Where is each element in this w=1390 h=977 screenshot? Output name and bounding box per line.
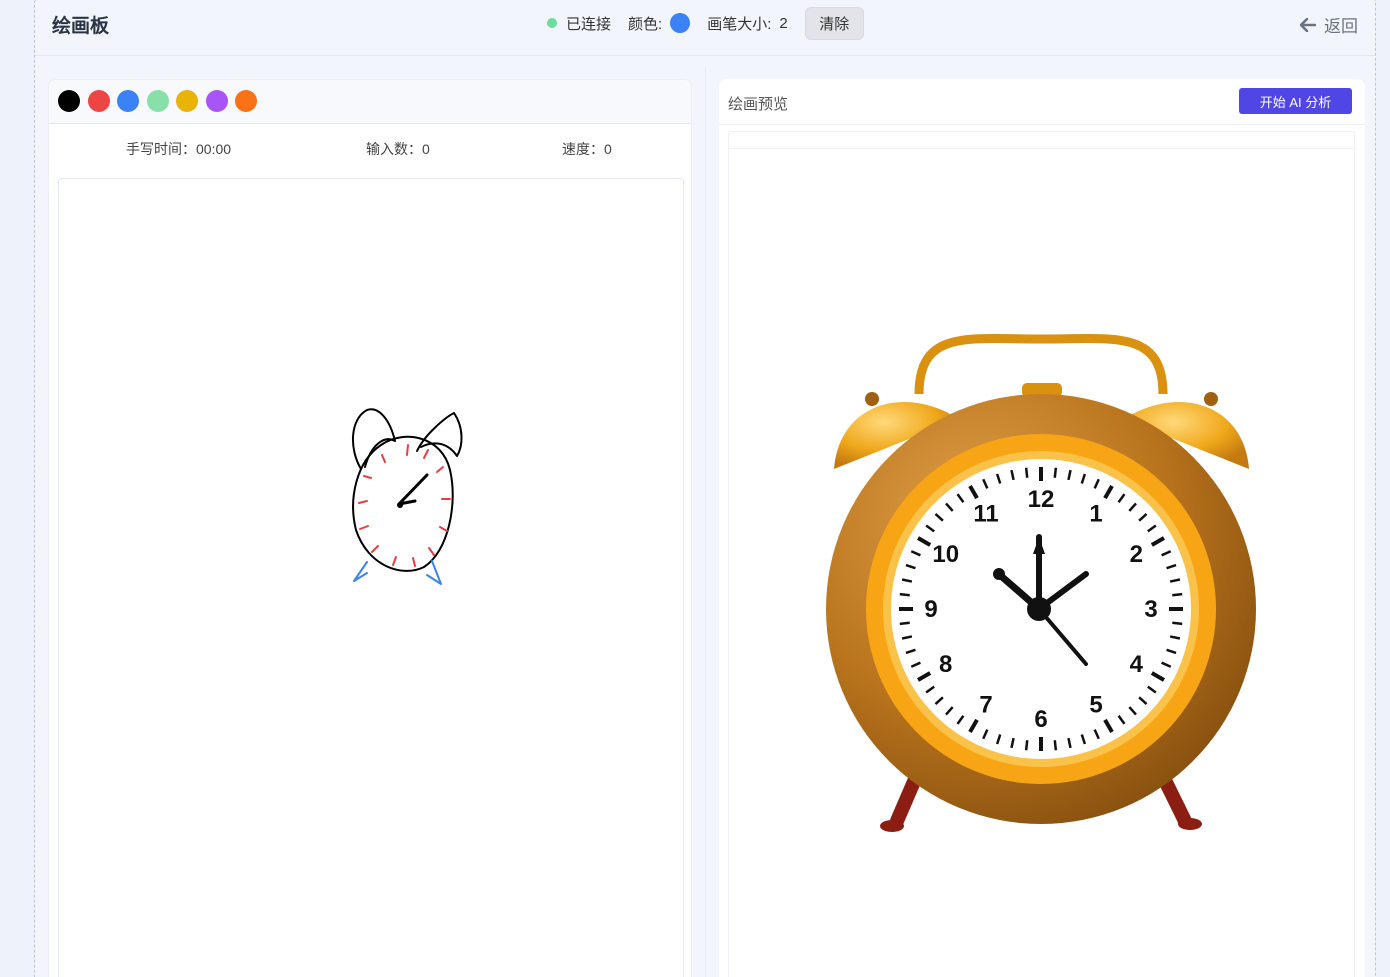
color-label: 颜色:: [628, 15, 663, 33]
preview-header: 绘画预览 开始 AI 分析: [719, 79, 1365, 125]
current-color-swatch[interactable]: [670, 13, 691, 33]
start-ai-analysis-button[interactable]: 开始 AI 分析: [1239, 88, 1352, 114]
stat-time: 手写时间：00:00: [126, 141, 232, 157]
app-frame: 绘画板 已连接 颜色: 画笔大小: 2 清除 返回 手写时间：00:00 输入数…: [34, 0, 1376, 977]
palette-color-3[interactable]: [117, 90, 139, 112]
stats-bar: 手写时间：00:00 输入数：0 速度：0: [49, 124, 691, 172]
palette-color-1[interactable]: [58, 90, 80, 112]
stat-speed: 速度：0: [562, 141, 612, 157]
drawing-canvas[interactable]: [58, 178, 684, 977]
alarm-clock-image: 121234567891011: [826, 333, 1256, 832]
preview-card: 绘画预览 开始 AI 分析 12 1 2 3 4 5 6 7 8 9 10 11: [719, 79, 1365, 977]
palette-color-2[interactable]: [87, 90, 110, 112]
clock-numeral: 8: [939, 651, 952, 678]
clock-numeral: 2: [1130, 541, 1143, 568]
drawing-panel: 手写时间：00:00 输入数：0 速度：0: [48, 79, 692, 977]
preview-panel: 绘画预览 开始 AI 分析 12 1 2 3 4 5 6 7 8 9 10 11: [705, 67, 1375, 977]
palette-color-5[interactable]: [176, 90, 198, 112]
color-palette: [49, 80, 691, 124]
connection-status-dot: [547, 18, 557, 28]
clock-numeral: 5: [1089, 691, 1102, 718]
brush-size-label: 画笔大小:: [707, 15, 772, 33]
connection-status-label: 已连接: [566, 15, 612, 33]
clock-numeral: 4: [1130, 651, 1144, 678]
clock-numeral: 1: [1089, 501, 1102, 528]
back-label: 返回: [1324, 17, 1358, 36]
clock-numeral: 11: [973, 501, 998, 528]
page-title: 绘画板: [52, 16, 110, 37]
clock-numeral: 7: [979, 691, 992, 718]
palette-color-7[interactable]: [235, 90, 257, 112]
arrow-left-icon: [1300, 17, 1316, 32]
clock-numeral: 10: [932, 541, 959, 568]
clock-numeral: 9: [924, 596, 937, 623]
back-button[interactable]: 返回: [1300, 12, 1358, 37]
stat-inputs: 输入数：0: [366, 141, 430, 157]
sketch-drawing: [351, 408, 463, 585]
clock-numeral: 12: [1028, 486, 1055, 513]
palette-color-6[interactable]: [205, 90, 228, 112]
clock-numeral: 6: [1034, 706, 1047, 733]
clock-numeral: 3: [1144, 596, 1157, 623]
preview-image-frame: 12 1 2 3 4 5 6 7 8 9 10 11: [728, 131, 1355, 977]
top-bar: 绘画板 已连接 颜色: 画笔大小: 2 清除 返回: [35, 1, 1375, 56]
clear-button[interactable]: 清除: [804, 6, 864, 40]
brush-size-value: 2: [779, 14, 788, 32]
palette-color-4[interactable]: [146, 90, 169, 112]
toolbar-status: 已连接 颜色: 画笔大小: 2 清除: [547, 6, 864, 40]
preview-title: 绘画预览: [728, 96, 789, 113]
